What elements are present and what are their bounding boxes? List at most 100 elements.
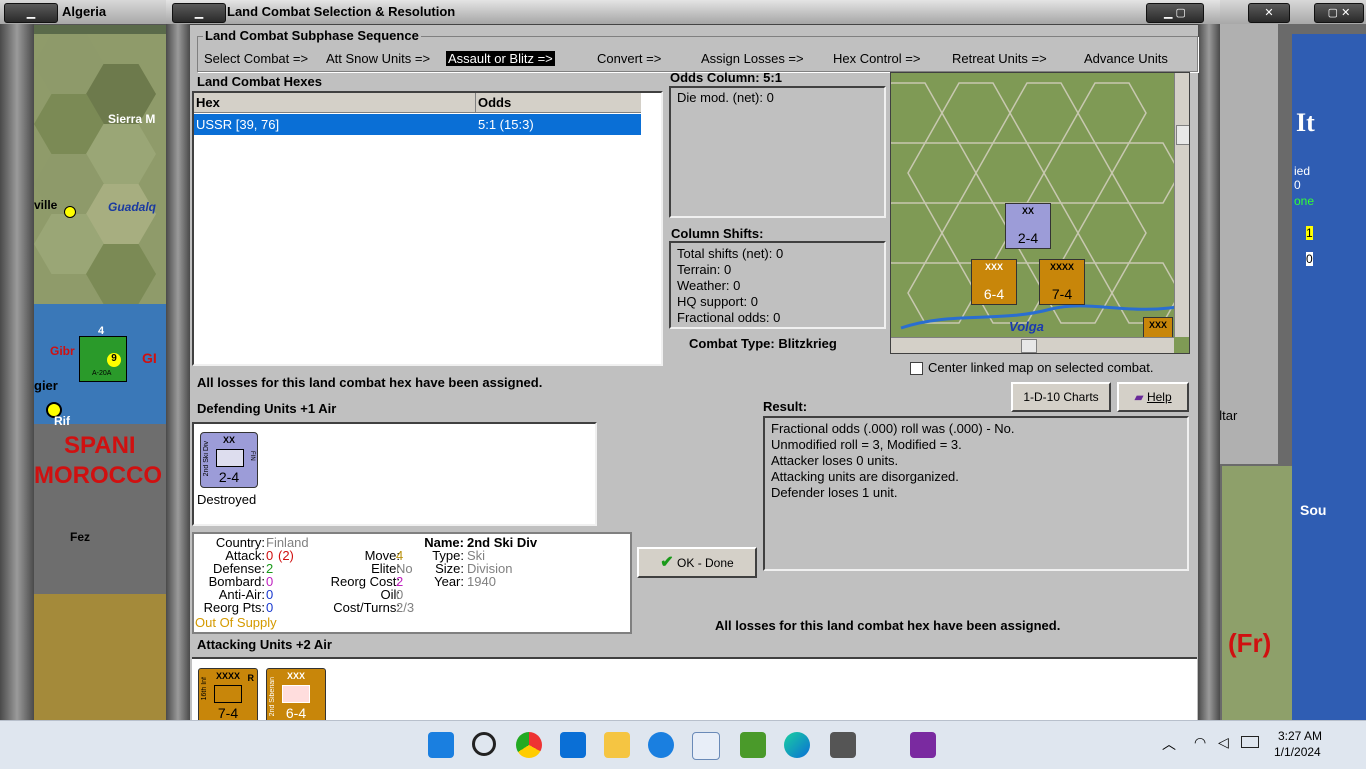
odds-column-label: Odds Column: 5:1 [670, 70, 782, 85]
left-map-area[interactable]: Sierra M ville Guadalq Gibr GI gier 4 9 … [34, 34, 166, 720]
cell-hex: USSR [39, 76] [196, 117, 280, 132]
scroll-thumb[interactable] [1176, 125, 1189, 145]
right-titlebar[interactable]: ✕ ▢ ✕ [1218, 0, 1366, 24]
volume-icon[interactable]: ◁ [1218, 734, 1229, 751]
map-label: (Fr) [1228, 628, 1272, 658]
hexes-label: Land Combat Hexes [197, 74, 322, 89]
wifi-icon[interactable]: ◠ [1194, 734, 1206, 751]
chevron-up-icon[interactable]: ︿ [1162, 734, 1176, 754]
folder-icon[interactable] [604, 732, 630, 758]
result-line: Attacker loses 0 units. [771, 453, 899, 468]
step-retreat-units: Retreat Units => [952, 51, 1047, 66]
map-label: Rif [54, 414, 70, 428]
map-label: MOROCCO [34, 462, 162, 489]
attacker-counter[interactable]: XXXX R 16th Inf 7-4 [198, 668, 258, 724]
minimize-button[interactable]: ▁ [172, 3, 226, 23]
table-row[interactable]: USSR [39, 76] 5:1 (15:3) [194, 114, 641, 135]
help-icon[interactable] [648, 732, 674, 758]
unit-counter[interactable]: 4 9 A-20A [79, 325, 127, 382]
window-controls[interactable]: ▢ ✕ [1314, 3, 1364, 23]
step-att-snow-units: Att Snow Units => [326, 51, 431, 66]
book-icon: ▰ [1134, 390, 1147, 404]
chrome-icon[interactable] [516, 732, 542, 758]
column-shifts-label: Column Shifts: [671, 226, 764, 241]
map-label: It [1296, 108, 1315, 137]
losses-assigned-message: All losses for this land combat hex have… [197, 375, 543, 390]
result-line: Unmodified roll = 3, Modified = 3. [771, 437, 962, 452]
cell-odds: 5:1 (15:3) [478, 117, 534, 132]
subphase-header: Land Combat Subphase Sequence [203, 28, 421, 43]
city-icon [64, 206, 76, 218]
result-line: Defender loses 1 unit. [771, 485, 898, 500]
charts-button[interactable]: 1-D-10 Charts [1011, 382, 1111, 412]
map-label: Sou [1300, 502, 1327, 518]
result-box: Fractional odds (.000) roll was (.000) -… [763, 416, 1189, 571]
left-window-titlebar[interactable]: ▁ Algeria [0, 0, 168, 25]
minimap-vscrollbar[interactable] [1174, 73, 1189, 337]
game-icon[interactable] [910, 732, 936, 758]
map-label: 0 [1306, 252, 1313, 266]
linked-minimap[interactable]: Volga XX 2-4 XXX 6-4 XXXX 7-4 XXX [890, 72, 1190, 354]
map-label: 1 [1306, 226, 1313, 240]
map-label: GI [142, 350, 157, 366]
checkmark-icon: ✔ [660, 554, 674, 571]
clock-date[interactable]: 1/1/2024 [1274, 745, 1321, 759]
column-header-odds[interactable]: Odds [476, 93, 641, 113]
defender-counter[interactable]: XX 2nd Ski Div FIN 2-4 [200, 432, 258, 488]
map-label: Guadalq [108, 200, 157, 214]
minimap-hscrollbar[interactable] [891, 337, 1174, 353]
attacking-label: Attacking Units +2 Air [197, 637, 332, 652]
step-convert: Convert => [597, 51, 662, 66]
clock-time[interactable]: 3:27 AM [1278, 729, 1322, 743]
restore-button[interactable]: ▁ ▢ [1146, 3, 1204, 23]
step-assault-or-blitz: Assault or Blitz => [446, 51, 555, 66]
step-assign-losses: Assign Losses => [701, 51, 804, 66]
unit-status: Destroyed [197, 492, 257, 507]
desert [34, 594, 166, 720]
myhp-icon[interactable] [560, 732, 586, 758]
left-map-window: ▁ Algeria Sierra M ville Guadalq Gibr GI… [0, 0, 168, 720]
defending-units-box: XX 2nd Ski Div FIN 2-4 Destroyed [192, 422, 597, 526]
result-line: Attacking units are disorganized. [771, 469, 959, 484]
dialog-left-frame [166, 24, 190, 720]
battery-icon[interactable] [1241, 736, 1259, 748]
step-hex-control: Hex Control => [833, 51, 921, 66]
badge: 9 [107, 353, 121, 367]
map-label: Fez [70, 530, 91, 544]
center-map-checkbox[interactable] [910, 362, 923, 375]
shift-terrain: Terrain: 0 [677, 262, 732, 277]
left-window-title: Algeria [62, 4, 107, 19]
minimap-defender-counter[interactable]: XX 2-4 [1005, 203, 1051, 249]
map-label: ied [1294, 164, 1311, 178]
monitor-icon[interactable] [692, 732, 720, 760]
search-icon[interactable] [472, 732, 496, 756]
scroll-thumb[interactable] [1021, 339, 1037, 353]
map-label: Sierra M [108, 112, 156, 126]
start-icon[interactable] [428, 732, 454, 758]
edge-icon[interactable] [784, 732, 810, 758]
shift-fractional: Fractional odds: 0 [677, 310, 781, 325]
dialog-titlebar[interactable]: ▁ Land Combat Selection & Resolution ▁ ▢ [166, 0, 1220, 25]
column-header-hex[interactable]: Hex [194, 93, 476, 113]
attacking-units-box: XXXX R 16th Inf 7-4 XXX 2nd Siberian 6-4 [192, 657, 1197, 724]
ok-done-button[interactable]: ✔ OK - Done [637, 547, 757, 578]
left-frame [0, 24, 34, 720]
right-map-window: ✕ ▢ ✕ It ied 0 one 1 0 altar Sou (Fr) [1212, 0, 1366, 720]
app-icon[interactable] [740, 732, 766, 758]
attacker-counter[interactable]: XXX 2nd Siberian 6-4 [266, 668, 326, 724]
close-icon[interactable]: ✕ [1248, 3, 1290, 23]
map-label: SPANI [64, 432, 136, 459]
minimap-attacker-counter[interactable]: XXXX 7-4 [1039, 259, 1085, 305]
minimap-attacker-counter[interactable]: XXX 6-4 [971, 259, 1017, 305]
map-label: one [1294, 194, 1315, 208]
calculator-icon[interactable] [830, 732, 856, 758]
shift-weather: Weather: 0 [677, 278, 741, 293]
map-label: Gibr [50, 344, 75, 358]
step-select-combat: Select Combat => [204, 51, 309, 66]
shift-total: Total shifts (net): 0 [677, 246, 784, 261]
odds-box: Die mod. (net): 0 [669, 86, 886, 218]
supply-status: Out Of Supply [195, 615, 277, 630]
help-button[interactable]: ▰ Help [1117, 382, 1189, 412]
combat-type: Combat Type: Blitzkrieg [689, 336, 837, 351]
minimize-button[interactable]: ▁ [4, 3, 58, 23]
